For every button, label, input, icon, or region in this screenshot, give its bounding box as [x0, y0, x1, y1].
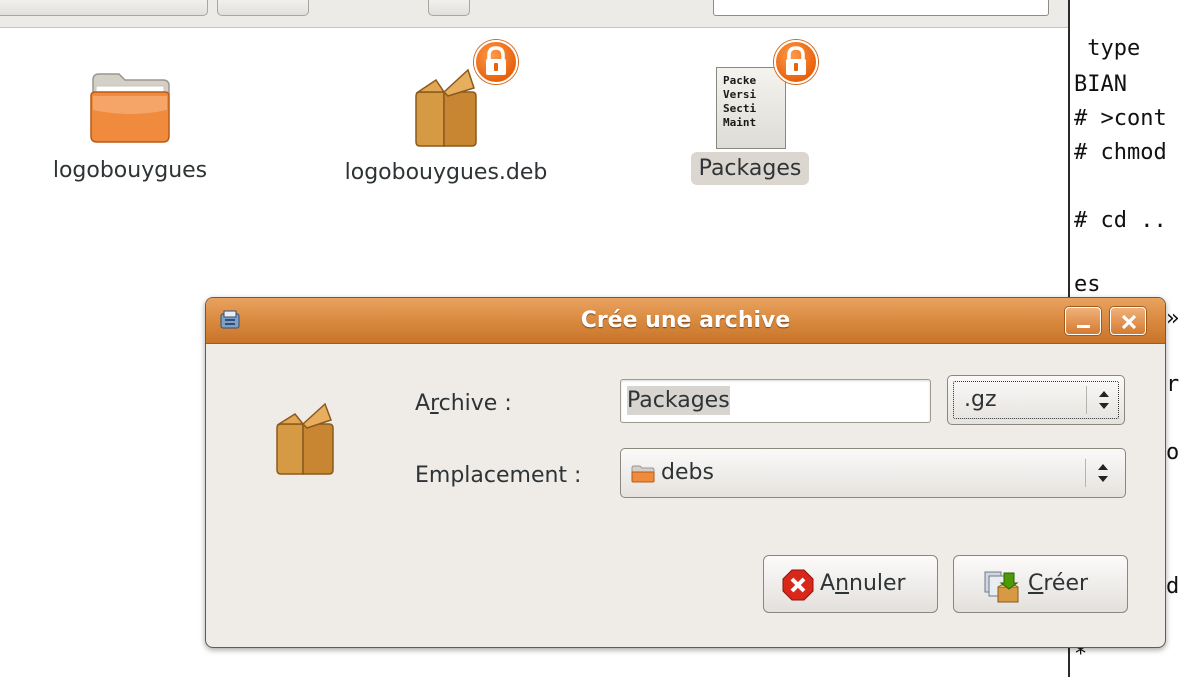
- archive-name-value: Packages: [627, 386, 730, 415]
- preview-line: Versi: [723, 88, 757, 101]
- preview-line: Maint: [723, 116, 757, 129]
- toolbar-button[interactable]: [217, 0, 309, 16]
- location-value: debs: [661, 460, 714, 485]
- zoom-button[interactable]: [428, 0, 470, 16]
- create-archive-dialog: Crée une archive Archive : Packages .gz: [205, 297, 1166, 648]
- terminal-line: »: [1166, 306, 1180, 331]
- dialog-title: Crée une archive: [580, 308, 791, 333]
- minimize-icon: [1077, 325, 1090, 328]
- file-name: logobouygues: [52, 158, 208, 183]
- lock-icon: [774, 40, 818, 84]
- terminal-line: o: [1166, 440, 1180, 465]
- file-name-selected: Packages: [690, 152, 810, 185]
- terminal-line: BIAN: [1074, 72, 1127, 97]
- archive-name-input[interactable]: Packages: [620, 379, 931, 423]
- dialog-titlebar[interactable]: Crée une archive: [206, 298, 1165, 344]
- minimize-button[interactable]: [1065, 307, 1101, 335]
- cancel-button[interactable]: Annuler: [763, 555, 938, 613]
- cancel-icon: [782, 569, 814, 601]
- close-icon: [1121, 314, 1137, 330]
- location-label: Emplacement :: [415, 463, 582, 488]
- preview-line: Secti: [723, 102, 757, 115]
- folder-icon: [631, 465, 655, 483]
- create-button[interactable]: Créer: [953, 555, 1128, 613]
- terminal-line: es: [1074, 272, 1101, 297]
- extension-select[interactable]: .gz: [947, 375, 1125, 425]
- search-entry[interactable]: [713, 0, 1049, 16]
- file-item-package[interactable]: logobouygues.deb: [330, 62, 562, 189]
- location-select[interactable]: debs: [620, 448, 1126, 498]
- file-name: logobouygues.deb: [344, 160, 548, 185]
- archive-icon: [276, 402, 334, 475]
- lock-icon: [474, 40, 518, 84]
- create-archive-icon: [984, 571, 1019, 603]
- close-button[interactable]: [1110, 307, 1146, 335]
- package-icon: [415, 68, 477, 147]
- terminal-line: type: [1074, 36, 1141, 61]
- up-down-arrows-icon: [1099, 391, 1109, 409]
- file-item-packages[interactable]: Packages: [670, 152, 830, 185]
- up-down-arrows-icon: [1098, 464, 1108, 482]
- extension-value: .gz: [964, 387, 997, 412]
- archive-label: Archive :: [415, 391, 512, 416]
- combo-separator: [1085, 459, 1086, 487]
- create-label: Créer: [1028, 571, 1089, 596]
- folder-icon: [90, 73, 170, 143]
- cancel-label: Annuler: [820, 571, 906, 596]
- terminal-line: d: [1166, 574, 1180, 599]
- file-manager-toolbar: [0, 0, 1068, 28]
- terminal-line: # cd ..: [1074, 208, 1167, 233]
- combo-separator: [1086, 386, 1087, 414]
- terminal-line: # chmod: [1074, 140, 1167, 165]
- preview-line: Packe: [723, 74, 757, 87]
- file-item-folder[interactable]: logobouygues: [40, 62, 220, 187]
- location-button[interactable]: [0, 0, 208, 16]
- terminal-line: r: [1166, 372, 1180, 397]
- terminal-line: # >cont: [1074, 106, 1167, 131]
